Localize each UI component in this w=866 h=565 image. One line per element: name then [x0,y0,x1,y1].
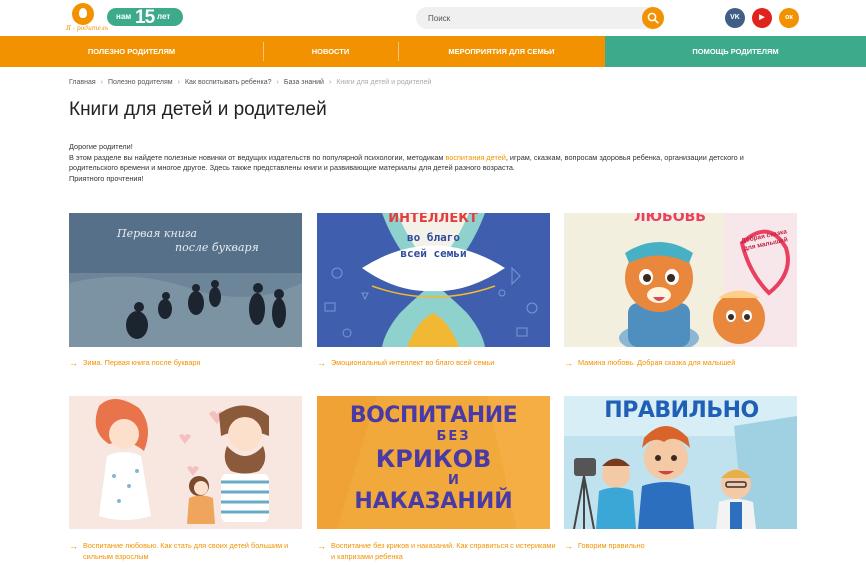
breadcrumb-separator: › [328,79,332,86]
cover-title: во благо всей семьи [377,230,490,262]
book-cover-image[interactable] [69,396,302,529]
book-card-title[interactable]: → Воспитание любовью. Как стать для свои… [69,541,309,562]
odnoklassniki-link[interactable]: ок [779,8,799,28]
logo-icon [72,3,94,25]
nav-item-news[interactable]: НОВОСТИ [263,36,398,67]
book-cover-image[interactable]: Первая книга после букваря [69,213,302,347]
cover-title-line: КРИКОВ [375,445,492,473]
breadcrumb-current: Книги для детей и родителей [336,79,432,86]
cover-title-line: Первая книга [117,227,197,240]
arrow-right-icon: → [564,358,573,368]
breadcrumb-useful[interactable]: Полезно родителям [108,79,173,86]
badge-number: 15 [135,7,155,28]
cover-title-line: ВОСПИТАНИЕ [349,403,518,428]
book-card-title-text: Воспитание любовью. Как стать для своих … [83,541,289,561]
cover-title: ВОСПИТАНИЕ БЕЗ КРИКОВ И НАКАЗАНИЙ [317,402,550,515]
odnoklassniki-icon: ок [785,14,793,21]
intro-text: Дорогие родители! В этом разделе вы найд… [69,142,789,184]
breadcrumb-upbringing[interactable]: Как воспитывать ребенка? [185,79,272,86]
search-box [416,7,664,29]
youtube-link[interactable]: ▶ [752,8,772,28]
youtube-icon: ▶ [759,14,765,21]
cover-title-line: во благо [407,231,460,244]
book-card-title-text: Воспитание без криков и наказаний. Как с… [331,541,556,561]
svg-text:ИНТЕЛЛЕКТ: ИНТЕЛЛЕКТ [388,213,478,226]
breadcrumb-separator: › [276,79,279,86]
arrow-right-icon: → [564,541,573,551]
cover-title-line: всей семьи [400,247,467,260]
book-cover-image[interactable]: ЛЮБОВЬ Добрая сказка для малышей [564,213,797,347]
cover-title: ПРАВИЛЬНО [594,396,769,426]
intro-paragraph: В этом разделе вы найдете полезные новин… [69,153,789,174]
page-title: Книги для детей и родителей [69,99,327,120]
svg-text:ЛЮБОВЬ: ЛЮБОВЬ [634,213,706,225]
vk-link[interactable]: VK [725,8,745,28]
badge-prefix: нам [116,12,132,21]
cover-title: Первая книга после букваря [117,227,277,255]
arrow-right-icon: → [69,541,78,551]
search-icon [647,12,659,24]
book-card-title[interactable]: → Эмоциональный интеллект во благо всей … [317,358,557,369]
breadcrumb-knowledge-base[interactable]: База знаний [284,79,324,86]
arrow-right-icon: → [317,541,326,551]
anniversary-badge: нам 15 лет [107,7,183,28]
main-nav: ПОЛЕЗНО РОДИТЕЛЯМ НОВОСТИ МЕРОПРИЯТИЯ ДЛ… [0,36,866,67]
arrow-right-icon: → [69,358,78,368]
search-button[interactable] [642,7,664,29]
book-card-title[interactable]: → Говорим правильно [564,541,804,552]
cover-title-line: после букваря [175,241,259,254]
cover-title-line: БЕЗ [436,429,471,444]
book-card-title[interactable]: → Зима. Первая книга после букваря [69,358,309,369]
book-cover-image[interactable]: ВОСПИТАНИЕ БЕЗ КРИКОВ И НАКАЗАНИЙ [317,396,550,529]
book-card-title-text: Зима. Первая книга после букваря [83,358,201,367]
vk-icon: VK [730,14,740,21]
breadcrumb-separator: › [100,79,103,86]
badge-suffix: лет [157,12,171,21]
logo-text: Я - родитель [66,25,109,32]
intro-text-before: В этом разделе вы найдете полезные новин… [69,152,446,162]
cover-title-line: ПРАВИЛЬНО [604,398,759,423]
site-logo[interactable]: Я - родитель [66,3,108,33]
intro-closing: Приятного прочтения! [69,173,144,183]
intro-link-upbringing[interactable]: воспитания детей [445,153,505,162]
nav-item-useful[interactable]: ПОЛЕЗНО РОДИТЕЛЯМ [0,36,263,67]
intro-greeting: Дорогие родители! [69,142,133,151]
breadcrumb: Главная › Полезно родителям › Как воспитыват… [69,79,431,86]
arrow-right-icon: → [317,358,326,368]
site-header: Я - родитель нам 15 лет VK ▶ ок [0,0,866,36]
nav-item-help[interactable]: ПОМОЩЬ РОДИТЕЛЯМ [605,36,866,67]
book-card-title[interactable]: → Воспитание без криков и наказаний. Как… [317,541,557,562]
cover-title-line: И [448,473,459,488]
breadcrumb-separator: › [177,79,180,86]
book-card-title-text: Мамина любовь. Добрая сказка для малышей [578,358,736,367]
breadcrumb-home[interactable]: Главная [69,79,96,86]
book-card-title-text: Эмоциональный интеллект во благо всей се… [331,358,495,367]
book-card-title[interactable]: → Мамина любовь. Добрая сказка для малыш… [564,358,804,369]
book-cover-image[interactable]: ИНТЕЛЛЕКТ во благо всей семьи [317,213,550,347]
book-cover-image[interactable]: ПРАВИЛЬНО [564,396,797,529]
cover-title-line: НАКАЗАНИЙ [354,489,513,514]
book-card-title-text: Говорим правильно [578,541,645,550]
nav-item-events[interactable]: МЕРОПРИЯТИЯ ДЛЯ СЕМЬИ [398,36,605,67]
search-input[interactable] [428,10,638,26]
